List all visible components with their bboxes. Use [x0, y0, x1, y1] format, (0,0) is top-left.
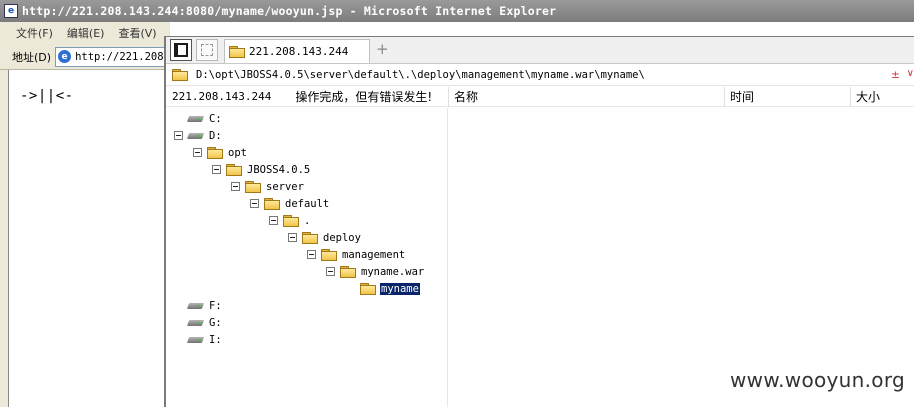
column-size[interactable]: 大小 — [850, 86, 914, 107]
page-output-text: ->||<- — [20, 88, 74, 104]
ie-title-bar: e http://221.208.143.244:8080/myname/woo… — [0, 0, 914, 22]
tab-host-label: 221.208.143.244 — [249, 45, 349, 58]
folder-open-icon — [360, 282, 376, 295]
tree-node-management[interactable]: management — [307, 246, 406, 263]
folder-icon — [340, 265, 356, 278]
path-bar: D:\opt\JBOSS4.0.5\server\default\.\deplo… — [166, 65, 914, 86]
tree-node-label: management — [342, 248, 406, 261]
collapse-icon[interactable] — [231, 182, 240, 191]
drive-icon — [188, 131, 203, 140]
tree-node-default[interactable]: default — [250, 195, 330, 212]
directory-tree: C: D: opt JBOSS4.0.5 server default . de… — [166, 108, 448, 407]
ie-window-title: http://221.208.143.244:8080/myname/wooyu… — [22, 4, 557, 18]
collapse-icon[interactable] — [288, 233, 297, 242]
tree-node-jboss[interactable]: JBOSS4.0.5 — [212, 161, 311, 178]
ie-frame-edge — [0, 70, 8, 407]
address-value: http://221.208.143.244:8080/myname/wooyu… — [75, 50, 164, 63]
tree-node-drive-g[interactable]: G: — [174, 314, 223, 331]
tree-node-label: JBOSS4.0.5 — [247, 163, 311, 176]
menu-file[interactable]: 文件(F) — [16, 25, 53, 41]
folder-icon — [302, 231, 318, 244]
path-input[interactable]: D:\opt\JBOSS4.0.5\server\default\.\deplo… — [196, 69, 645, 81]
drive-icon — [188, 318, 203, 327]
menu-view[interactable]: 查看(V) — [118, 25, 156, 41]
menu-edit[interactable]: 编辑(E) — [67, 25, 105, 41]
folder-icon — [172, 69, 188, 81]
tab-bar: 221.208.143.244 + — [166, 37, 914, 64]
tree-node-drive-c[interactable]: C: — [174, 110, 223, 127]
file-manager-window: 221.208.143.244 + D:\opt\JBOSS4.0.5\serv… — [164, 36, 914, 407]
file-list-header: 名称 时间 大小 — [448, 86, 914, 107]
tree-node-label: deploy — [323, 231, 361, 244]
ie-page-content: ->||<- — [8, 70, 164, 407]
folder-icon — [207, 146, 223, 159]
collapse-icon[interactable] — [307, 250, 316, 259]
tree-node-label: D: — [209, 129, 222, 142]
tree-node-myname-war[interactable]: myname.war — [326, 263, 425, 280]
tree-node-opt[interactable]: opt — [193, 144, 248, 161]
tree-node-myname[interactable]: myname — [360, 280, 420, 297]
tree-node-label: I: — [209, 333, 222, 346]
tree-node-drive-f[interactable]: F: — [174, 297, 223, 314]
drive-icon — [188, 301, 203, 310]
status-row: 221.208.143.244 操作完成，但有错误发生! — [166, 87, 448, 107]
tree-node-label: F: — [209, 299, 222, 312]
drive-icon — [188, 114, 203, 123]
ie-menu-bar: 文件(F) 编辑(E) 查看(V) — [0, 22, 170, 44]
collapse-icon[interactable] — [212, 165, 221, 174]
folder-icon — [245, 180, 261, 193]
ie-address-bar: 地址(D) e http://221.208.143.244:8080/myna… — [0, 44, 170, 70]
column-name[interactable]: 名称 — [448, 86, 724, 107]
secondary-panel-button[interactable] — [196, 39, 218, 61]
tree-node-label: default — [285, 197, 330, 210]
collapse-icon[interactable] — [250, 199, 259, 208]
tree-node-server[interactable]: server — [231, 178, 305, 195]
column-time[interactable]: 时间 — [724, 86, 850, 107]
folder-icon — [321, 248, 337, 261]
path-toggle-control[interactable]: ± — [891, 68, 900, 81]
path-dropdown-icon[interactable]: ∨ — [907, 68, 914, 79]
tree-node-label: G: — [209, 316, 222, 329]
address-input[interactable]: e http://221.208.143.244:8080/myname/woo… — [55, 46, 166, 67]
blank-panel-icon — [201, 44, 213, 56]
tree-node-label: server — [266, 180, 304, 193]
tree-node-label: C: — [209, 112, 222, 125]
panel-toggle-button[interactable] — [170, 39, 192, 61]
tree-node-drive-i[interactable]: I: — [174, 331, 223, 348]
file-list[interactable] — [448, 108, 914, 407]
tree-node-deploy[interactable]: deploy — [288, 229, 362, 246]
tree-node-drive-d[interactable]: D: — [174, 127, 223, 144]
tree-node-label: . — [304, 214, 311, 227]
ie-page-icon: e — [4, 4, 18, 18]
tree-node-label: myname — [380, 282, 420, 295]
tree-node-dot[interactable]: . — [269, 212, 311, 229]
collapse-icon[interactable] — [174, 131, 183, 140]
status-message: 操作完成，但有错误发生! — [295, 90, 433, 104]
watermark: www.wooyun.org — [730, 368, 905, 392]
address-label: 地址(D) — [12, 50, 52, 64]
folder-icon — [264, 197, 280, 210]
folder-icon — [283, 214, 299, 227]
panel-icon — [174, 43, 188, 57]
tree-node-label: opt — [228, 146, 247, 159]
folder-icon — [229, 45, 245, 58]
collapse-icon[interactable] — [193, 148, 202, 157]
add-tab-button[interactable]: + — [376, 40, 389, 58]
collapse-icon[interactable] — [326, 267, 335, 276]
tree-node-label: myname.war — [361, 265, 425, 278]
tab-host[interactable]: 221.208.143.244 — [224, 39, 370, 63]
folder-icon — [226, 163, 242, 176]
ie-page-icon: e — [58, 50, 72, 63]
collapse-icon[interactable] — [269, 216, 278, 225]
status-host: 221.208.143.244 — [172, 90, 272, 103]
drive-icon — [188, 335, 203, 344]
